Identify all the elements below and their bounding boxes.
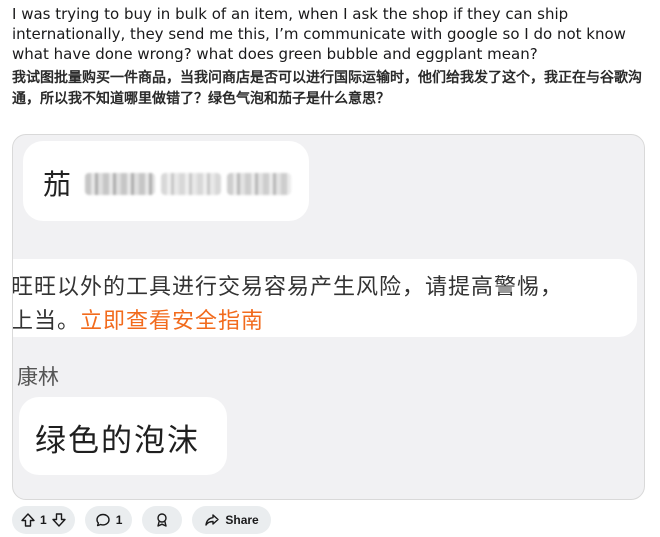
share-button[interactable]: Share <box>192 506 271 534</box>
post-actions: 1 1 Share <box>12 506 271 534</box>
comment-icon <box>95 512 111 528</box>
notice-text-prefix: 上当。 <box>12 309 81 334</box>
share-icon <box>204 512 220 528</box>
award-icon <box>154 512 170 528</box>
comment-button[interactable]: 1 <box>84 506 133 534</box>
downvote-icon[interactable] <box>51 512 67 528</box>
share-label: Share <box>225 513 259 527</box>
green-bubble-text: 绿色的泡沫 <box>35 423 200 459</box>
notice-text-line2: 上当。立即查看安全指南 <box>12 303 264 335</box>
blurred-text <box>227 173 291 195</box>
vote-control: 1 <box>12 506 75 534</box>
blurred-text <box>161 173 221 195</box>
upvote-icon[interactable] <box>20 512 36 528</box>
blurred-text <box>85 173 155 195</box>
award-button[interactable] <box>142 506 183 534</box>
chat-bubble-top: 茄 <box>23 141 309 221</box>
chat-bubble-green: 绿色的泡沫 <box>19 397 227 475</box>
eggplant-char: 茄 <box>43 168 72 201</box>
post-text-english: I was trying to buy in bulk of an item, … <box>12 5 626 63</box>
security-notice-bubble: 旺旺以外的工具进行交易容易产生风险，请提高警惕， 上当。立即查看安全指南 <box>12 259 637 337</box>
notice-text-line1: 旺旺以外的工具进行交易容易产生风险，请提高警惕， <box>12 275 564 300</box>
sender-name: 康林 <box>17 365 59 389</box>
comment-count: 1 <box>115 513 123 527</box>
post-image[interactable]: 茄 旺旺以外的工具进行交易容易产生风险，请提高警惕， 上当。立即查看安全指南 康… <box>12 134 645 500</box>
post-body: I was trying to buy in bulk of an item, … <box>12 4 652 110</box>
post-text-chinese: 我试图批量购买一件商品，当我问商店是否可以进行国际运输时，他们给我发了这个，我正… <box>12 70 642 107</box>
vote-count: 1 <box>40 513 47 527</box>
safety-guide-link[interactable]: 立即查看安全指南 <box>80 309 264 334</box>
